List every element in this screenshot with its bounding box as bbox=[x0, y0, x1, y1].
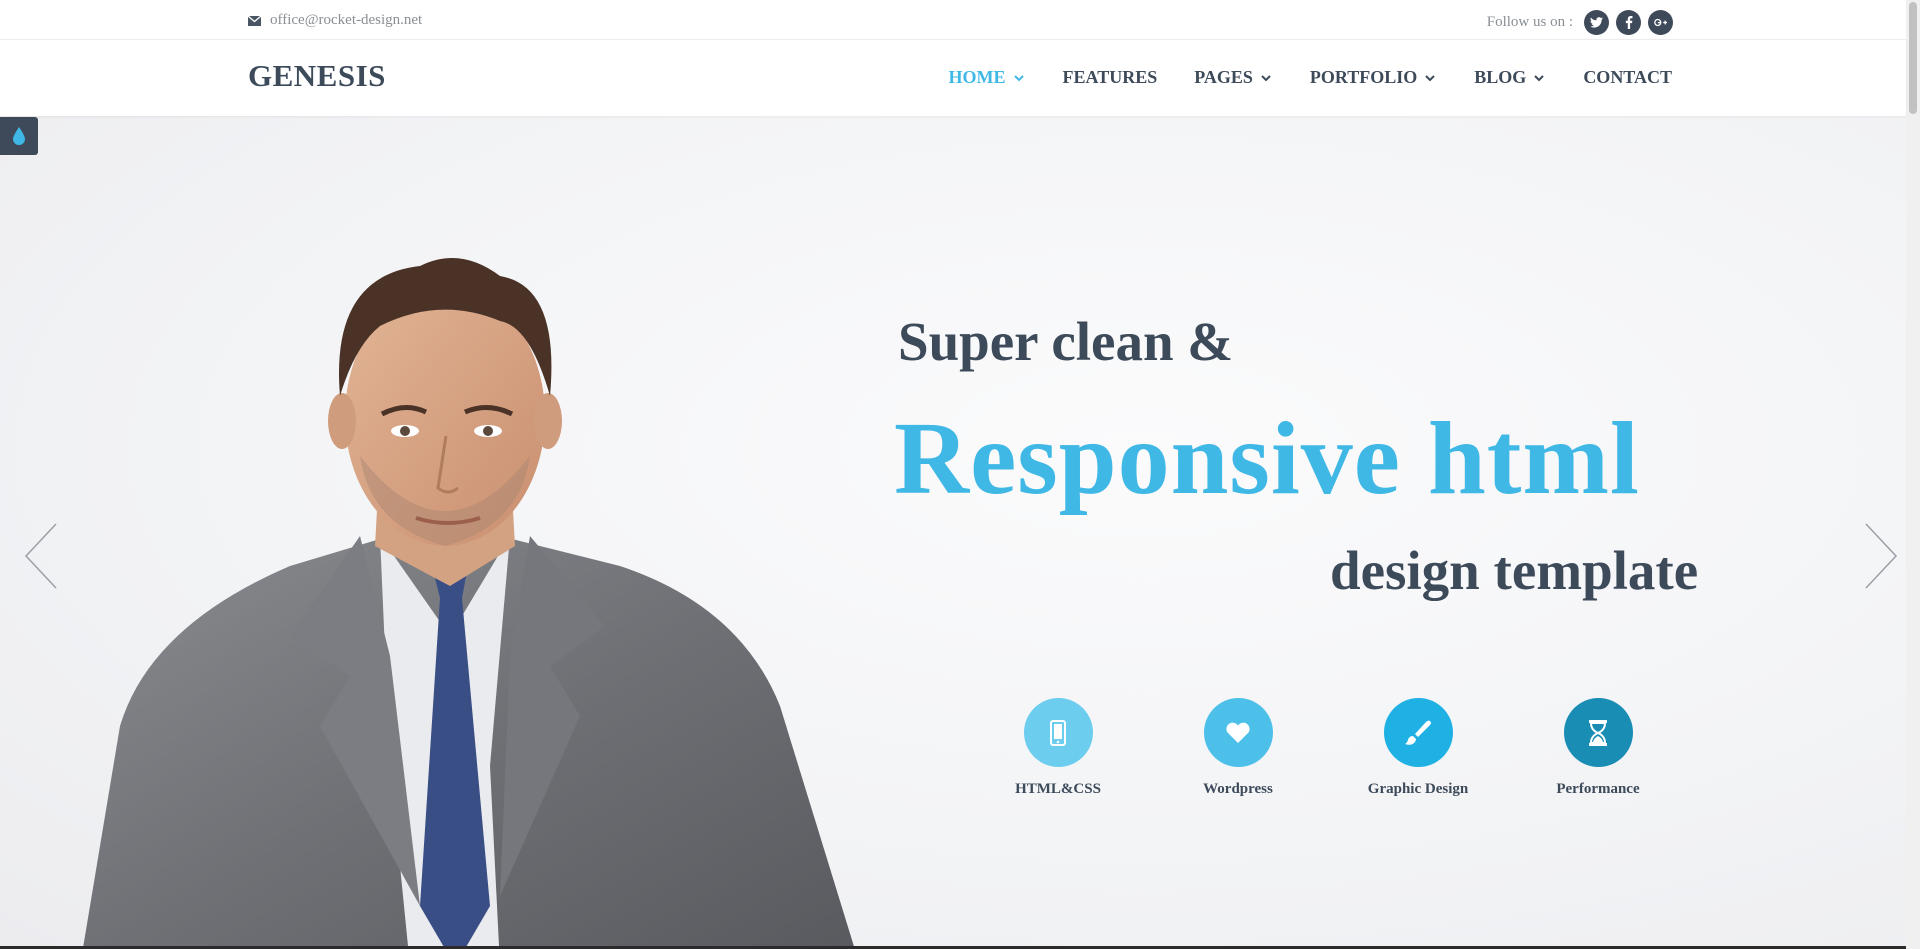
social-links: Follow us on : bbox=[1487, 10, 1673, 35]
facebook-icon[interactable] bbox=[1616, 10, 1641, 35]
top-bar: office@rocket-design.net Follow us on : bbox=[0, 0, 1906, 40]
brush-icon bbox=[1383, 698, 1453, 767]
email-text: office@rocket-design.net bbox=[270, 12, 423, 28]
hero-headline-top: Super clean & bbox=[898, 311, 1234, 372]
page-scrollbar[interactable] bbox=[1906, 0, 1920, 949]
droplet-icon bbox=[13, 127, 25, 145]
hero-headline-bottom: design template bbox=[1330, 540, 1699, 601]
chevron-down-icon bbox=[1425, 74, 1436, 81]
feature-html-css[interactable]: HTML&CSS bbox=[968, 698, 1148, 798]
mobile-icon bbox=[1023, 698, 1093, 767]
google-plus-icon[interactable] bbox=[1648, 10, 1673, 35]
feature-label: HTML&CSS bbox=[1015, 781, 1101, 797]
feature-performance[interactable]: Performance bbox=[1508, 698, 1688, 798]
main-menu: HOME FEATURES PAGES PORTFOLIO BLOG CONTA… bbox=[912, 67, 1672, 88]
mail-icon bbox=[248, 15, 261, 26]
scrollbar-thumb[interactable] bbox=[1909, 2, 1917, 114]
twitter-icon[interactable] bbox=[1584, 10, 1609, 35]
feature-graphic-design[interactable]: Graphic Design bbox=[1328, 698, 1508, 798]
nav-item-pages[interactable]: PAGES bbox=[1194, 67, 1273, 88]
nav-item-label: PORTFOLIO bbox=[1309, 67, 1418, 87]
hero-person-image bbox=[82, 258, 855, 949]
hero-slider: Super clean & Responsive html design tem… bbox=[0, 116, 1906, 949]
slider-prev-arrow[interactable] bbox=[22, 520, 62, 592]
heart-icon bbox=[1203, 698, 1273, 767]
feature-wordpress[interactable]: Wordpress bbox=[1148, 698, 1328, 798]
chevron-down-icon bbox=[1534, 74, 1545, 81]
nav-item-home[interactable]: HOME bbox=[949, 67, 1026, 88]
feature-label: Graphic Design bbox=[1367, 781, 1469, 797]
nav-item-label: FEATURES bbox=[1062, 67, 1158, 87]
follow-label: Follow us on : bbox=[1486, 14, 1573, 30]
chevron-down-icon bbox=[1261, 74, 1271, 81]
nav-item-contact[interactable]: CONTACT bbox=[1583, 67, 1672, 88]
nav-item-label: CONTACT bbox=[1583, 67, 1672, 87]
nav-item-label: PAGES bbox=[1194, 67, 1253, 87]
nav-item-label: BLOG bbox=[1474, 67, 1527, 87]
main-navbar: GENESIS HOME FEATURES PAGES PORTFOLIO BL… bbox=[0, 41, 1906, 116]
hourglass-icon bbox=[1563, 698, 1633, 767]
contact-email[interactable]: office@rocket-design.net bbox=[248, 12, 422, 29]
chevron-down-icon bbox=[1013, 74, 1024, 81]
nav-item-label: HOME bbox=[948, 67, 1006, 87]
site-logo[interactable]: GENESIS bbox=[248, 58, 386, 94]
feature-label: Performance bbox=[1556, 781, 1640, 797]
feature-label: Wordpress bbox=[1203, 781, 1273, 797]
nav-item-features[interactable]: FEATURES bbox=[1063, 67, 1158, 88]
feature-list: HTML&CSS Wordpress Graphic Design Perfor… bbox=[968, 698, 1688, 798]
nav-item-portfolio[interactable]: PORTFOLIO bbox=[1310, 67, 1437, 88]
hero-headline-main: Responsive html bbox=[894, 401, 1640, 516]
slider-next-arrow[interactable] bbox=[1860, 520, 1900, 592]
nav-item-blog[interactable]: BLOG bbox=[1474, 67, 1546, 88]
color-switcher-button[interactable] bbox=[0, 117, 38, 155]
